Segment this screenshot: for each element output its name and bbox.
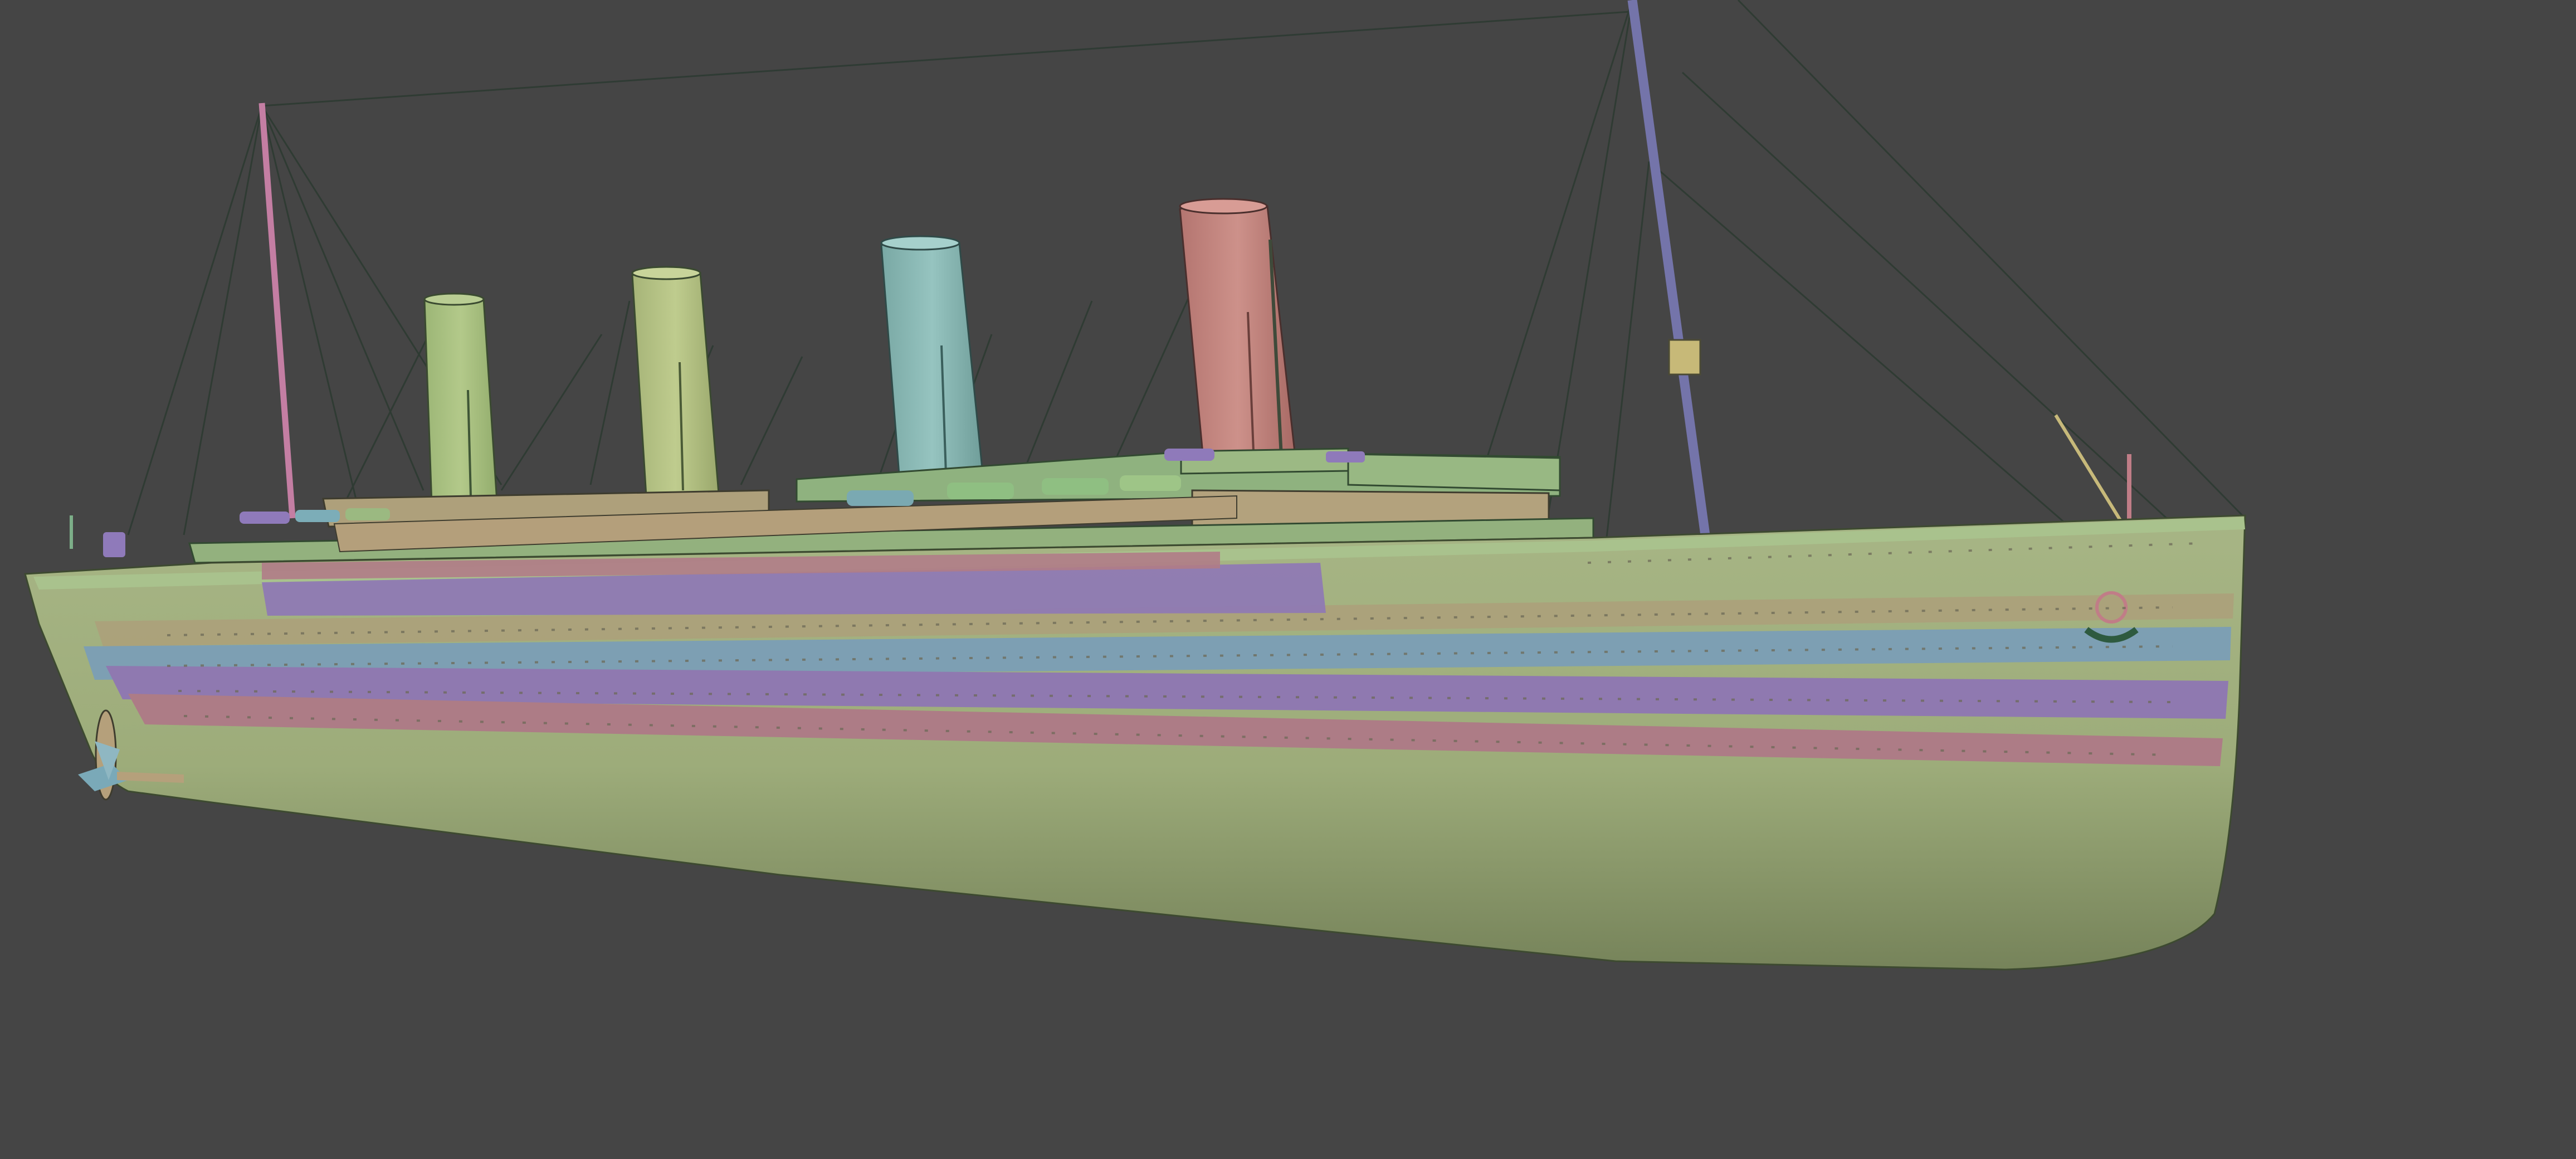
3d-viewport[interactable]	[0, 0, 2576, 1159]
hull[interactable]	[24, 514, 2246, 971]
stern-flagpole	[70, 515, 125, 557]
forward-flagpole	[2054, 414, 2131, 527]
aft-mast[interactable]	[258, 103, 296, 519]
funnel-3[interactable]	[880, 235, 984, 483]
funnel-4[interactable]	[1179, 198, 1296, 461]
funnel-2[interactable]	[631, 266, 720, 497]
fore-mast[interactable]	[1627, 0, 1713, 553]
viewport-canvas[interactable]	[0, 0, 2576, 1159]
funnel-1[interactable]	[423, 293, 498, 505]
